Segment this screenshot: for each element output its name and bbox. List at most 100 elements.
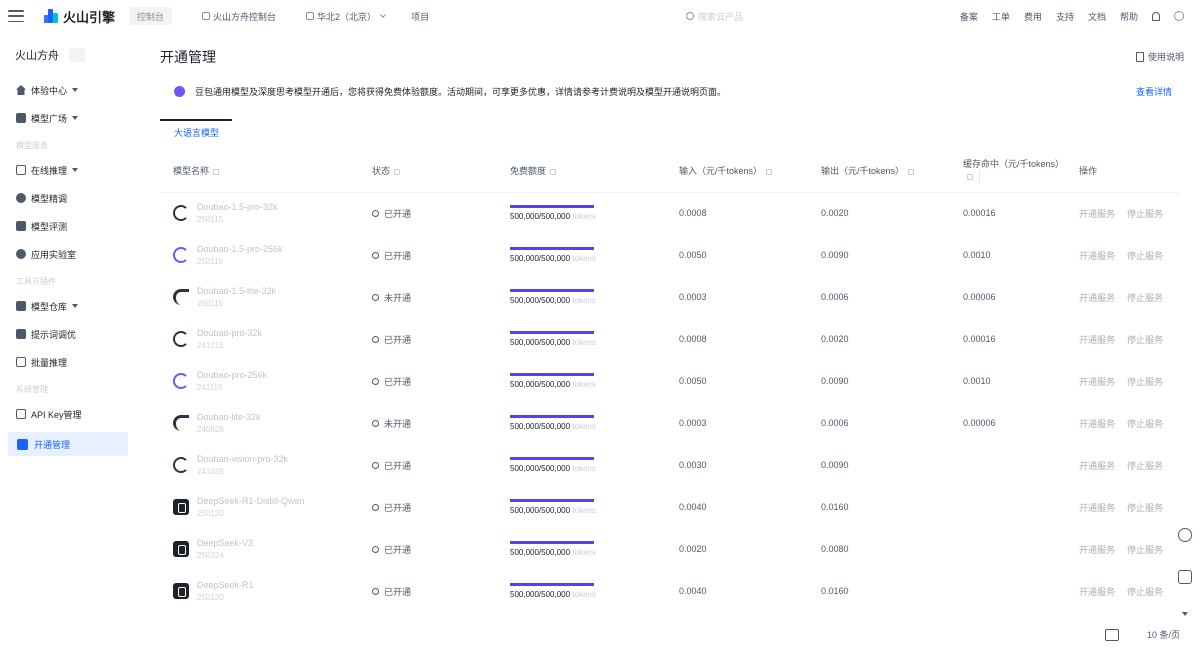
help-icon[interactable] — [908, 168, 915, 175]
float-collapse-icon[interactable] — [1182, 612, 1188, 616]
activate-service-link[interactable]: 开通服务 — [1079, 291, 1115, 304]
status-dot-icon — [372, 419, 379, 427]
quota-cell: 500,000/500,000 tokens — [497, 444, 666, 486]
brand-logo[interactable]: 火山引擎 — [44, 7, 115, 26]
tab-llm[interactable]: 大语言模型 — [174, 126, 219, 139]
top-action-help[interactable]: 帮助 — [1120, 10, 1138, 23]
sidebar-item-finetune[interactable]: 模型精调 — [16, 190, 67, 206]
help-icon[interactable] — [550, 168, 557, 175]
sidebar-item-activation-management[interactable]: 开通管理 — [8, 432, 128, 456]
stop-service-link[interactable]: 停止服务 — [1127, 543, 1163, 556]
header-free-quota[interactable]: 免费额度 — [497, 150, 666, 193]
notice-detail-link[interactable]: 查看详情 — [1136, 85, 1172, 98]
sidebar-item-prompt-tuning[interactable]: 提示词调优 — [16, 326, 76, 342]
page-number-icon[interactable] — [1104, 628, 1119, 641]
sidebar-collapse-button[interactable] — [69, 48, 85, 62]
filter-icon[interactable] — [213, 168, 220, 175]
sidebar-item-batch-inference[interactable]: 批量推理 — [16, 354, 67, 370]
model-name[interactable]: DeepSeek-R1-Distill-Qwen — [197, 496, 305, 506]
menu-icon[interactable] — [8, 10, 24, 22]
model-name[interactable]: Doubao-vision-pro-32k — [197, 454, 288, 464]
prompt-icon — [16, 329, 26, 339]
activate-service-link[interactable]: 开通服务 — [1079, 501, 1115, 514]
status-cell: 已开通 — [359, 318, 497, 360]
search-icon — [686, 12, 694, 20]
stop-service-link[interactable]: 停止服务 — [1127, 207, 1163, 220]
region-selector[interactable]: 华北2（北京） — [306, 10, 386, 23]
output-price-cell: 0.0160 — [808, 486, 950, 528]
header-status[interactable]: 状态 — [359, 150, 497, 193]
operations-cell: 开通服务 停止服务 — [1066, 318, 1180, 360]
sidebar-item-evaluation[interactable]: 模型评测 — [16, 218, 67, 234]
page-size-selector[interactable]: 10 条/页 — [1147, 628, 1180, 641]
sidebar-item-experience[interactable]: 体验中心 — [16, 82, 79, 98]
model-name[interactable]: DeepSeek-V3 — [197, 538, 253, 548]
top-action-billing[interactable]: 费用 — [1024, 10, 1042, 23]
stop-service-link[interactable]: 停止服务 — [1127, 291, 1163, 304]
quota-cell: 500,000/500,000 tokens — [497, 570, 666, 612]
model-name[interactable]: Doubao-pro-256k — [197, 370, 267, 380]
batch-icon — [16, 357, 26, 367]
activate-service-link[interactable]: 开通服务 — [1079, 585, 1115, 598]
status-badge: 未开通 — [372, 291, 497, 304]
sidebar-item-api-key[interactable]: API Key管理 — [16, 406, 82, 422]
console-pill[interactable]: 控制台 — [129, 7, 173, 25]
model-name[interactable]: Doubao-1.5-pro-32k — [197, 202, 278, 212]
user-avatar[interactable] — [1174, 11, 1184, 21]
stop-service-link[interactable]: 停止服务 — [1127, 333, 1163, 346]
quota-cell: 500,000/500,000 tokens — [497, 192, 666, 234]
sidebar-item-model-square[interactable]: 模型广场 — [16, 110, 79, 126]
stop-service-link[interactable]: 停止服务 — [1127, 417, 1163, 430]
filter-icon[interactable] — [394, 168, 401, 175]
input-price: 0.0030 — [679, 460, 707, 470]
pagination: 10 条/页 — [1104, 628, 1180, 641]
model-cell: Doubao-1.5-pro-256k 250115 — [173, 244, 359, 266]
model-name[interactable]: Doubao-1.5-lite-32k — [197, 286, 276, 296]
output-price-cell: 0.0090 — [808, 444, 950, 486]
header-input-price[interactable]: 输入（元/千tokens） — [666, 150, 808, 193]
header-cache-price[interactable]: 缓存命中（元/千tokens） — [950, 150, 1066, 193]
model-name[interactable]: Doubao-pro-32k — [197, 328, 262, 338]
top-action-ticket[interactable]: 工单 — [992, 10, 1010, 23]
operations-cell: 开通服务 停止服务 — [1066, 444, 1180, 486]
notification-bell-icon[interactable] — [1152, 11, 1160, 21]
global-search[interactable]: 搜索云产品 — [686, 8, 816, 24]
status-cell: 已开通 — [359, 444, 497, 486]
activate-service-link[interactable]: 开通服务 — [1079, 375, 1115, 388]
activate-service-link[interactable]: 开通服务 — [1079, 249, 1115, 262]
header-model-name[interactable]: 模型名称 — [160, 150, 359, 193]
model-version: 241215 — [197, 341, 224, 350]
header-output-price[interactable]: 输出（元/千tokens） — [808, 150, 950, 193]
help-icon[interactable] — [967, 174, 973, 181]
activate-service-link[interactable]: 开通服务 — [1079, 333, 1115, 346]
activate-service-link[interactable]: 开通服务 — [1079, 459, 1115, 472]
model-name[interactable]: Doubao-1.5-pro-256k — [197, 244, 283, 254]
model-cell: Doubao-vision-pro-32k 241028 — [173, 454, 359, 476]
activate-service-link[interactable]: 开通服务 — [1079, 207, 1115, 220]
sidebar-item-online-inference[interactable]: 在线推理 — [16, 162, 79, 178]
sidebar-item-model-repo[interactable]: 模型仓库 — [16, 298, 79, 314]
top-action-support[interactable]: 支持 — [1056, 10, 1074, 23]
output-price: 0.0080 — [821, 544, 849, 554]
product-console-link[interactable]: 火山方舟控制台 — [202, 10, 276, 23]
feedback-float-icon[interactable] — [1178, 528, 1192, 542]
calculator-float-icon[interactable] — [1178, 570, 1192, 584]
sidebar-item-app-lab[interactable]: 应用实验室 — [16, 246, 76, 262]
help-icon[interactable] — [766, 168, 773, 175]
stop-service-link[interactable]: 停止服务 — [1127, 459, 1163, 472]
model-name[interactable]: DeepSeek-R1 — [197, 580, 254, 590]
project-selector[interactable]: 项目 — [411, 10, 429, 23]
stop-service-link[interactable]: 停止服务 — [1127, 249, 1163, 262]
top-action-filing[interactable]: 备案 — [960, 10, 978, 23]
stop-service-link[interactable]: 停止服务 — [1127, 585, 1163, 598]
stop-service-link[interactable]: 停止服务 — [1127, 501, 1163, 514]
location-icon — [306, 12, 315, 20]
usage-doc-link[interactable]: 使用说明 — [1135, 50, 1184, 63]
model-name-cell: Doubao-lite-32k 240828 — [160, 402, 359, 444]
stop-service-link[interactable]: 停止服务 — [1127, 375, 1163, 388]
status-cell: 已开通 — [359, 234, 497, 276]
model-name[interactable]: Doubao-lite-32k — [197, 412, 261, 422]
top-action-docs[interactable]: 文档 — [1088, 10, 1106, 23]
activate-service-link[interactable]: 开通服务 — [1079, 417, 1115, 430]
activate-service-link[interactable]: 开通服务 — [1079, 543, 1115, 556]
